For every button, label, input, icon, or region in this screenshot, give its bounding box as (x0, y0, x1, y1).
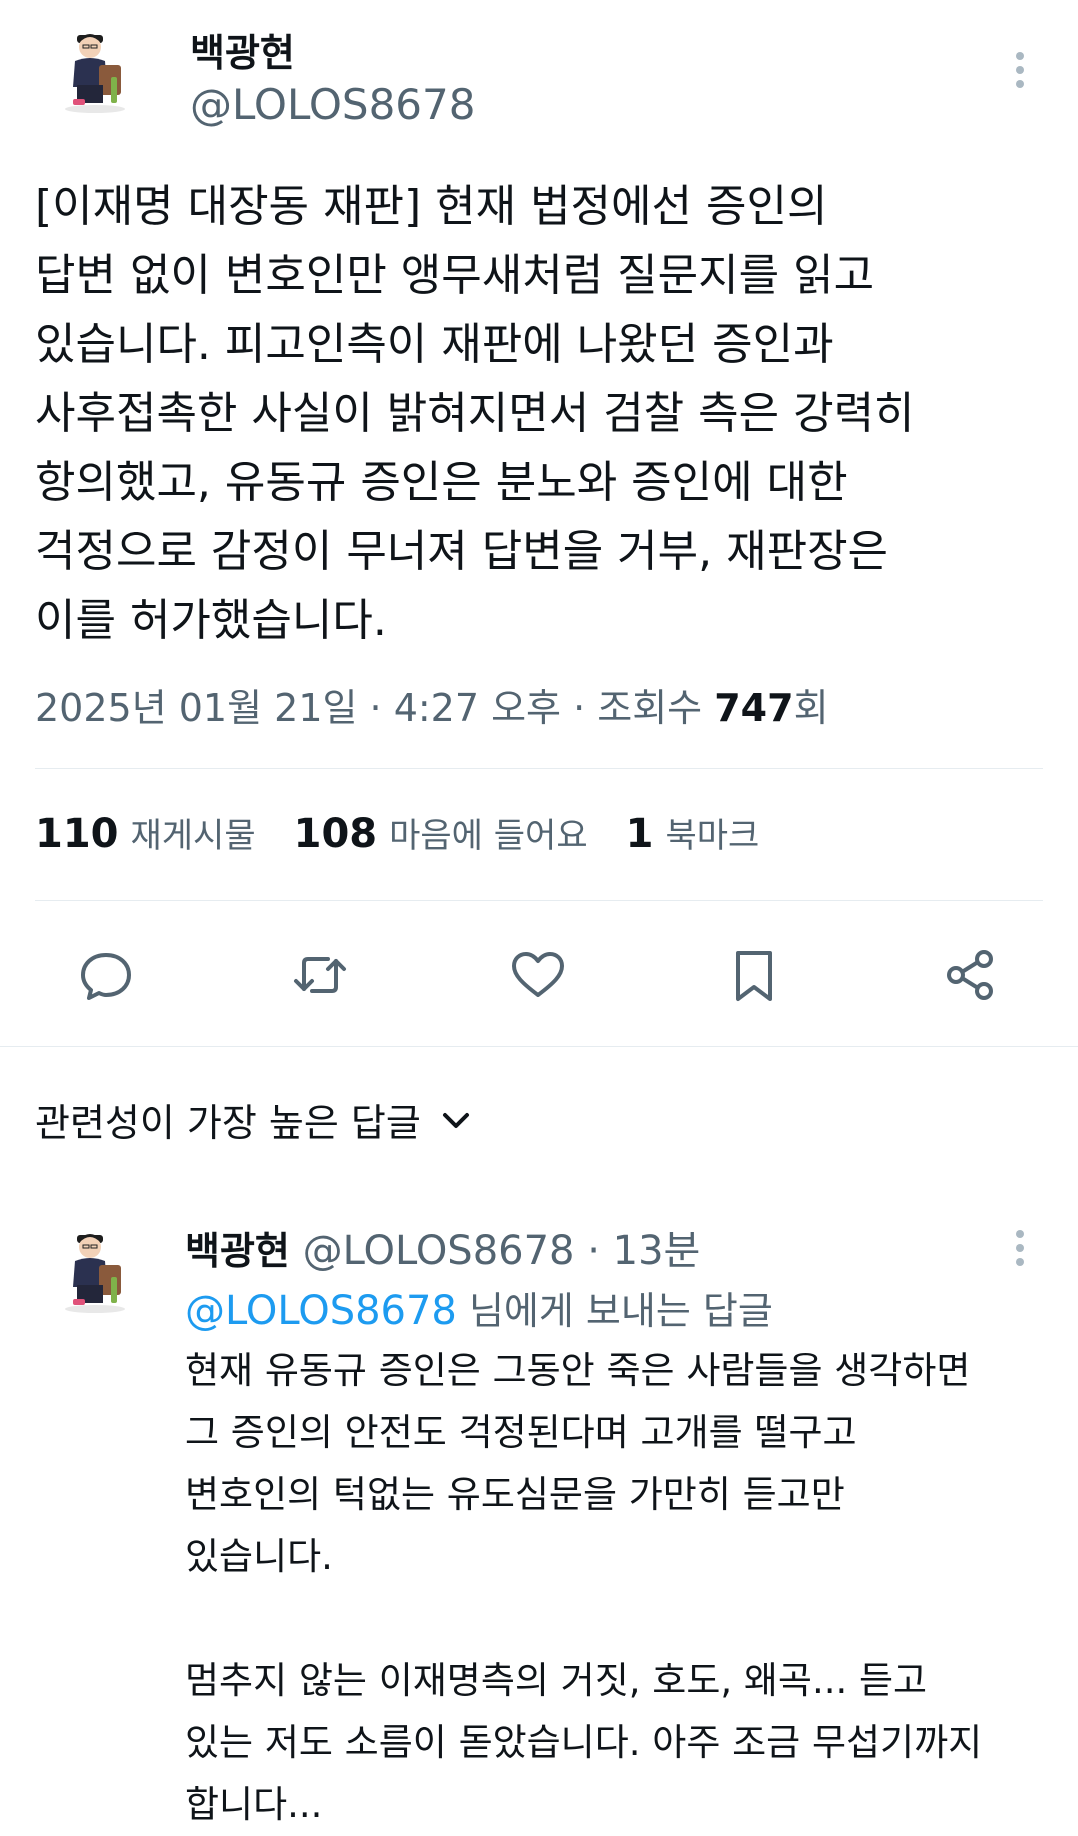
tweet-text: [이재명 대장동 재판] 현재 법정에선 증인의 답변 없이 변호인만 앵무새처… (35, 172, 1045, 655)
repost-arrows-icon[interactable] (290, 945, 350, 1005)
reply-text-line: 합니다... (185, 1783, 323, 1826)
tweet-text-line: 항의했고, 유동규 증인은 분노와 증인에 대한 (35, 457, 848, 508)
sort-label: 관련성이 가장 높은 답글 (35, 1101, 421, 1145)
reply-bubble-icon[interactable] (76, 945, 136, 1005)
tweet-timestamp[interactable]: 2025년 01월 21일 · 4:27 오후 · 조회수 (35, 686, 702, 730)
reply-text-line: 멈추지 않는 이재명측의 거짓, 호도, 왜곡... 듣고 (185, 1659, 928, 1702)
likes-count: 108 (293, 811, 378, 857)
reply-text-line: 있습니다. (185, 1535, 333, 1578)
avatar-illustration (65, 34, 125, 113)
bookmark-icon[interactable] (724, 945, 784, 1005)
reply-text-line (185, 1588, 1055, 1650)
reply-author-avatar[interactable] (55, 1225, 147, 1317)
reply-text: 현재 유동규 증인은 그동안 죽은 사람들을 생각하면 그 증인의 안전도 걱정… (185, 1340, 1055, 1836)
reposts-stat[interactable]: 110 재게시물 (35, 808, 256, 857)
tweet-text-line: [이재명 대장동 재판] 현재 법정에선 증인의 (35, 181, 828, 232)
bookmarks-count: 1 (625, 811, 654, 857)
reply-text-line: 그 증인의 안전도 걱정된다며 고개를 떨구고 (185, 1411, 857, 1454)
bookmarks-stat[interactable]: 1 북마크 (626, 808, 760, 857)
reply-to-suffix: 님에게 보내는 답글 (468, 1289, 773, 1333)
bookmarks-label: 북마크 (665, 816, 760, 856)
reply-text-line: 있는 저도 소름이 돋았습니다. 아주 조금 무섭기까지 (185, 1721, 983, 1764)
tweet-text-line: 답변 없이 변호인만 앵무새처럼 질문지를 읽고 (35, 250, 875, 301)
reposts-count: 110 (35, 811, 119, 857)
heart-icon[interactable] (508, 945, 568, 1005)
tweet-text-line: 걱정으로 감정이 무너져 답변을 거부, 재판장은 (35, 526, 889, 577)
reply-time[interactable]: · 13분 (587, 1228, 700, 1274)
tweet-metadata: 2025년 01월 21일 · 4:27 오후 · 조회수 747회 (35, 677, 829, 732)
reply-text-line: 변호인의 턱없는 유도심문을 가만히 듣고만 (185, 1473, 845, 1516)
divider (35, 900, 1043, 901)
reply-sort-dropdown[interactable]: 관련성이 가장 높은 답글 (35, 1092, 473, 1147)
tweet-text-line: 이를 허가했습니다. (35, 595, 387, 646)
reply-to-mention[interactable]: @LOLOS8678 (185, 1288, 457, 1334)
reply-to-line: @LOLOS8678 님에게 보내는 답글 (185, 1280, 773, 1335)
divider (35, 768, 1043, 769)
author-name[interactable]: 백광현 (190, 22, 295, 77)
author-handle[interactable]: @LOLOS8678 (190, 80, 475, 129)
reply-header: 백광현 @LOLOS8678 · 13분 (185, 1218, 700, 1276)
engagement-stats: 110 재게시물 108 마음에 들어요 1 북마크 (35, 808, 797, 857)
reposts-label: 재게시물 (130, 816, 256, 856)
reply-text-line: 현재 유동규 증인은 그동안 죽은 사람들을 생각하면 (185, 1349, 971, 1392)
more-options-icon[interactable] (1000, 50, 1040, 90)
share-icon[interactable] (940, 945, 1000, 1005)
reply-more-options-icon[interactable] (1000, 1228, 1040, 1268)
views-suffix: 회 (793, 686, 829, 730)
chevron-down-icon (442, 1112, 469, 1128)
likes-stat[interactable]: 108 마음에 들어요 (294, 808, 588, 857)
author-avatar[interactable] (55, 25, 147, 117)
reply-author-name[interactable]: 백광현 (185, 1229, 290, 1273)
section-divider (0, 1046, 1078, 1047)
tweet-actions (0, 945, 1078, 1005)
tweet-text-line: 사후접촉한 사실이 밝혀지면서 검찰 측은 강력히 (35, 388, 915, 439)
tweet-text-line: 있습니다. 피고인측이 재판에 나왔던 증인과 (35, 319, 834, 370)
views-count: 747 (714, 686, 794, 730)
avatar-illustration (65, 1234, 125, 1313)
likes-label: 마음에 들어요 (389, 816, 588, 856)
reply-author-handle[interactable]: @LOLOS8678 (303, 1228, 575, 1274)
